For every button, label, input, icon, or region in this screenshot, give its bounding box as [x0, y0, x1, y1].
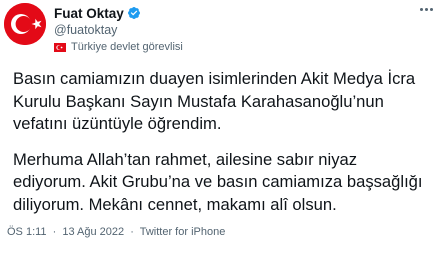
text-line: Merhuma Allah’tan rahmet, ailesine sabır… [13, 149, 358, 169]
turkey-emblem-icon [4, 3, 46, 45]
separator: · [52, 226, 57, 238]
affiliation-label: Türkiye devlet görevlisi [71, 41, 183, 53]
tweet-text: Basın camiamızın duayen isimlerinden Aki… [13, 68, 438, 216]
text-line: Kurulu Başkanı Sayın Mustafa Karahasanoğ… [13, 91, 384, 111]
avatar[interactable] [4, 3, 46, 45]
text-line: diliyorum. Mekânı cennet, makamı alî ols… [13, 194, 337, 214]
handle[interactable]: @fuatoktay [54, 23, 411, 38]
text-line: ediyorum. Akit Grubu’na ve basın camiamı… [13, 172, 423, 191]
text-line: vefatını üzüntüyle öğrendim. [13, 114, 222, 133]
tweet-source[interactable]: Twitter for iPhone [140, 226, 226, 238]
tweet-time[interactable]: ÖS 1:11 [7, 226, 47, 238]
name-row: Fuat Oktay [54, 5, 411, 21]
tweet-paragraph-1: Basın camiamızın duayen isimlerinden Aki… [13, 68, 438, 136]
more-options-icon[interactable] [420, 8, 433, 11]
tweet-date[interactable]: 13 Ağu 2022 [62, 226, 124, 238]
verified-badge-icon [127, 7, 140, 19]
text-line: Basın camiamızın duayen isimlerinden Aki… [13, 69, 416, 88]
display-name[interactable]: Fuat Oktay [54, 6, 124, 21]
tweet-meta: ÖS 1:11 · 13 Ağu 2022 · Twitter for iPho… [7, 226, 225, 238]
tweet-paragraph-2: Merhuma Allah’tan rahmet, ailesine sabır… [13, 149, 438, 217]
turkey-flag-icon [54, 42, 66, 52]
tweet-header: Fuat Oktay @fuatoktay Türkiye devlet gör… [54, 5, 411, 54]
separator: · [130, 226, 134, 238]
affiliation-label-row: Türkiye devlet görevlisi [54, 40, 411, 54]
